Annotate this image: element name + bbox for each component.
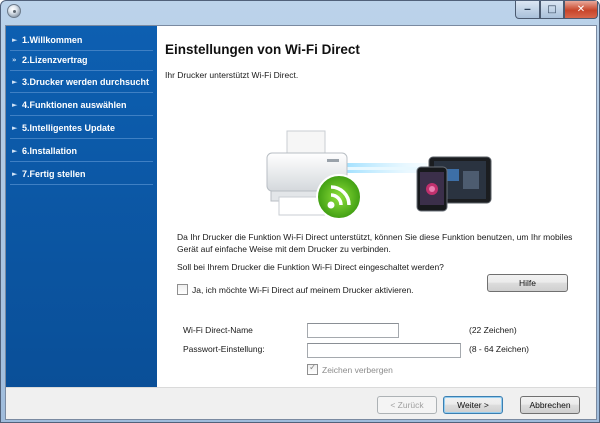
- step-divider: [10, 138, 153, 139]
- password-input[interactable]: [307, 343, 461, 358]
- intro-text: Ihr Drucker unterstützt Wi-Fi Direct.: [165, 70, 299, 80]
- step-label: 7.Fertig stellen: [22, 169, 86, 179]
- wifi-direct-name-label: Wi-Fi Direct-Name: [183, 325, 253, 335]
- checkbox-label: Ja, ich möchte Wi-Fi Direct auf meinem D…: [192, 284, 414, 295]
- step-drucker-durchsucht: ► 3.Drucker werden durchsucht: [6, 72, 157, 92]
- help-button[interactable]: Hilfe: [487, 274, 568, 292]
- close-button[interactable]: ✕: [564, 1, 598, 19]
- step-divider: [10, 184, 153, 185]
- step-arrow-icon: ►: [12, 170, 18, 178]
- hide-characters-checkbox[interactable]: Zeichen verbergen: [307, 363, 393, 375]
- step-label: 4.Funktionen auswählen: [22, 100, 127, 110]
- step-divider: [10, 161, 153, 162]
- step-arrow-icon: ►: [12, 147, 18, 155]
- client-area: ► 1.Willkommen » 2.Lizenzvertrag ► 3.Dru…: [5, 25, 597, 420]
- wifi-direct-illustration: [266, 130, 492, 220]
- steps-sidebar: ► 1.Willkommen » 2.Lizenzvertrag ► 3.Dru…: [6, 26, 157, 387]
- name-length-hint: (22 Zeichen): [469, 325, 517, 335]
- smartphone-icon: [416, 166, 448, 212]
- password-label: Passwort-Einstellung:: [183, 344, 265, 354]
- step-label: 3.Drucker werden durchsucht: [22, 77, 150, 87]
- step-arrow-icon: ►: [12, 78, 18, 86]
- cancel-button[interactable]: Abbrechen: [520, 396, 580, 414]
- step-divider: [10, 115, 153, 116]
- checkbox-label: Zeichen verbergen: [322, 364, 393, 375]
- step-fertig: ► 7.Fertig stellen: [6, 164, 157, 184]
- password-length-hint: (8 - 64 Zeichen): [469, 344, 529, 354]
- step-arrow-icon: ►: [12, 36, 18, 44]
- next-button[interactable]: Weiter >: [443, 396, 503, 414]
- step-lizenzvertrag: » 2.Lizenzvertrag: [6, 50, 157, 70]
- step-funktionen: ► 4.Funktionen auswählen: [6, 95, 157, 115]
- step-arrow-icon: ►: [12, 124, 18, 132]
- enable-wifi-direct-checkbox[interactable]: Ja, ich möchte Wi-Fi Direct auf meinem D…: [177, 284, 414, 295]
- back-button[interactable]: < Zurück: [377, 396, 437, 414]
- wifi-direct-name-input[interactable]: [307, 323, 399, 338]
- step-installation: ► 6.Installation: [6, 141, 157, 161]
- step-divider: [10, 70, 153, 71]
- description-text: Da Ihr Drucker die Funktion Wi-Fi Direct…: [177, 232, 573, 254]
- installer-window: ‒ □ ✕ ► 1.Willkommen » 2.Lizenzvertrag ►…: [0, 0, 600, 423]
- title-bar: ‒ □ ✕: [1, 1, 600, 21]
- step-label: 2.Lizenzvertrag: [22, 55, 88, 65]
- checkbox-box[interactable]: [307, 363, 318, 375]
- maximize-button[interactable]: □: [540, 1, 564, 19]
- step-label: 6.Installation: [22, 146, 78, 156]
- minimize-button[interactable]: ‒: [515, 1, 540, 19]
- page-title: Einstellungen von Wi-Fi Direct: [165, 42, 360, 57]
- button-bar: < Zurück Weiter > Abbrechen: [6, 387, 596, 419]
- step-willkommen: ► 1.Willkommen: [6, 30, 157, 50]
- current-step-arrow-icon: »: [12, 56, 17, 64]
- step-update: ► 5.Intelligentes Update: [6, 118, 157, 138]
- wifi-icon: [316, 174, 362, 220]
- question-text: Soll bei Ihrem Drucker die Funktion Wi-F…: [177, 262, 444, 272]
- step-arrow-icon: ►: [12, 101, 18, 109]
- installer-disc-icon: [7, 4, 21, 18]
- main-content: Einstellungen von Wi-Fi Direct Ihr Druck…: [157, 26, 596, 387]
- step-divider: [10, 92, 153, 93]
- connection-beam: [347, 163, 427, 173]
- checkbox-box[interactable]: [177, 284, 188, 295]
- step-label: 5.Intelligentes Update: [22, 123, 116, 133]
- step-label: 1.Willkommen: [22, 35, 83, 45]
